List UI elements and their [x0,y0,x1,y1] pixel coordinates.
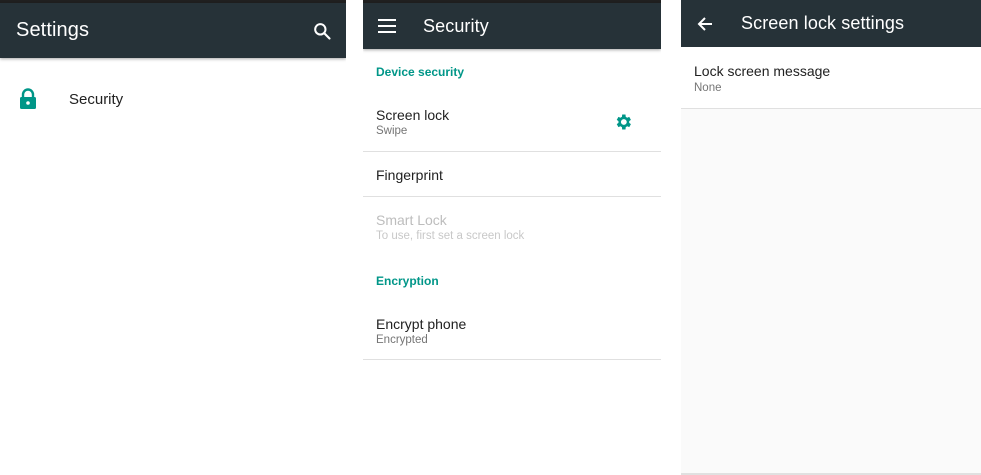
pref-title: Encrypt phone [376,316,467,332]
screen-lock-settings-screen: Screen lock settings Lock screen message… [681,0,981,475]
settings-item-security[interactable]: Security [0,74,346,124]
pref-summary: Swipe [376,125,408,137]
settings-screen: Settings Security [0,0,346,475]
gear-icon[interactable] [613,112,633,132]
pref-screen-lock[interactable]: Screen lock Swipe [363,92,661,152]
pref-title: Lock screen message [694,63,831,79]
security-title: Security [423,15,489,36]
pref-summary: Encrypted [376,334,428,346]
pref-smart-lock: Smart Lock To use, first set a screen lo… [363,197,661,255]
back-button[interactable] [689,8,721,40]
lock-settings-app-bar: Screen lock settings [681,0,981,47]
lock-settings-title: Screen lock settings [741,13,905,33]
back-arrow-icon [697,16,712,31]
pref-summary: None [694,82,722,94]
pref-title: Fingerprint [376,167,443,183]
security-app-bar: Security [363,3,661,49]
settings-app-bar: Settings [0,3,346,58]
menu-icon [378,19,396,33]
section-header-device-security: Device security [376,65,465,79]
menu-button[interactable] [371,10,403,42]
security-screen: Security Device security Screen lock Swi… [363,0,661,475]
search-button[interactable] [306,15,338,47]
pref-summary: To use, first set a screen lock [376,230,525,242]
pref-title: Smart Lock [376,212,447,228]
settings-title: Settings [16,19,90,41]
pref-lock-screen-message[interactable]: Lock screen message None [681,47,981,109]
pref-encrypt-phone[interactable]: Encrypt phone Encrypted [363,301,661,360]
search-icon [314,22,331,40]
pref-title: Screen lock [376,107,450,123]
pref-fingerprint[interactable]: Fingerprint [363,152,661,197]
section-header-encryption: Encryption [376,274,439,288]
settings-item-label: Security [69,90,124,108]
lock-icon [20,88,36,109]
